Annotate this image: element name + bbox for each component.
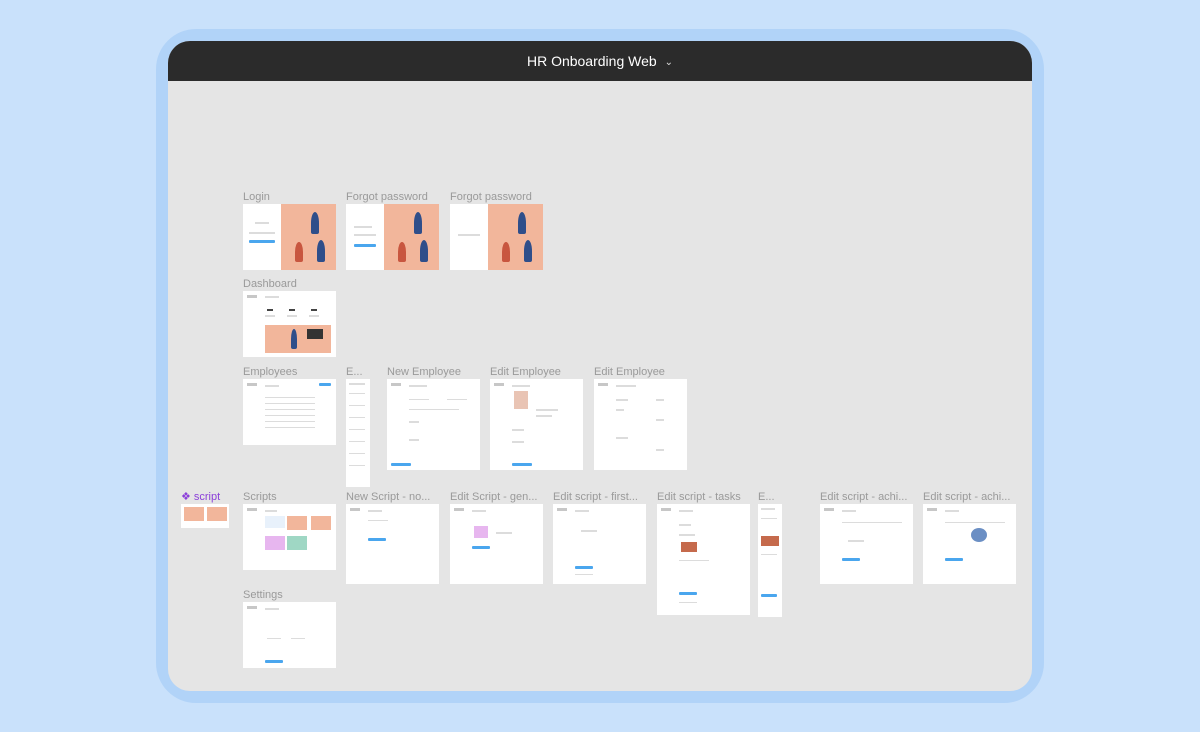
frame-edit-script-general[interactable]: Edit Script - gen...	[450, 491, 543, 584]
frame-edit-script-achievements[interactable]: Edit script - achi...	[820, 491, 913, 584]
frame-thumbnail	[490, 379, 583, 470]
frame-employees[interactable]: Employees	[243, 366, 336, 445]
frame-edit-script-first[interactable]: Edit script - first...	[553, 491, 646, 584]
frame-thumbnail	[243, 204, 336, 270]
frame-thumbnail	[243, 504, 336, 570]
frame-employee-mobile[interactable]: E...	[346, 366, 370, 487]
frame-thumbnail	[553, 504, 646, 584]
frame-thumbnail	[346, 379, 370, 487]
chevron-down-icon: ⌄	[664, 56, 674, 68]
frame-thumbnail	[450, 504, 543, 584]
design-canvas[interactable]: ❖ script Login Forgot password Forgot pa…	[168, 81, 1032, 691]
frame-thumbnail	[758, 504, 782, 617]
file-title-dropdown[interactable]: HR Onboarding Web ⌄	[168, 41, 1032, 81]
frame-thumbnail	[450, 204, 543, 270]
frame-new-script[interactable]: New Script - no...	[346, 491, 439, 584]
frame-login[interactable]: Login	[243, 191, 336, 270]
frame-thumbnail	[657, 504, 750, 615]
frame-edit-script-achievements-2[interactable]: Edit script - achi...	[923, 491, 1016, 584]
frame-settings[interactable]: Settings	[243, 589, 336, 668]
frame-thumbnail	[820, 504, 913, 584]
frame-new-employee[interactable]: New Employee	[387, 366, 480, 470]
frame-edit-script-mobile[interactable]: E...	[758, 491, 782, 617]
frame-dashboard[interactable]: Dashboard	[243, 278, 336, 357]
file-title: HR Onboarding Web	[526, 53, 657, 69]
frame-thumbnail	[243, 291, 336, 357]
frame-thumbnail	[346, 504, 439, 584]
frame-edit-employee[interactable]: Edit Employee	[490, 366, 583, 470]
frame-thumbnail	[923, 504, 1016, 584]
frame-thumbnail	[346, 204, 439, 270]
component-icon: ❖	[181, 491, 191, 503]
frame-forgot-password-2[interactable]: Forgot password	[450, 191, 543, 270]
frame-scripts[interactable]: Scripts	[243, 491, 336, 570]
frame-forgot-password[interactable]: Forgot password	[346, 191, 439, 270]
figma-window: HR Onboarding Web ⌄ ❖ script Login Forgo…	[168, 41, 1032, 691]
frame-thumbnail	[387, 379, 480, 470]
frame-thumbnail	[243, 379, 336, 445]
frame-edit-employee-2[interactable]: Edit Employee	[594, 366, 687, 470]
frame-thumbnail	[594, 379, 687, 470]
frame-thumbnail	[243, 602, 336, 668]
component-script[interactable]	[181, 504, 229, 528]
component-label[interactable]: ❖ script	[181, 490, 220, 504]
frame-edit-script-tasks[interactable]: Edit script - tasks	[657, 491, 750, 615]
